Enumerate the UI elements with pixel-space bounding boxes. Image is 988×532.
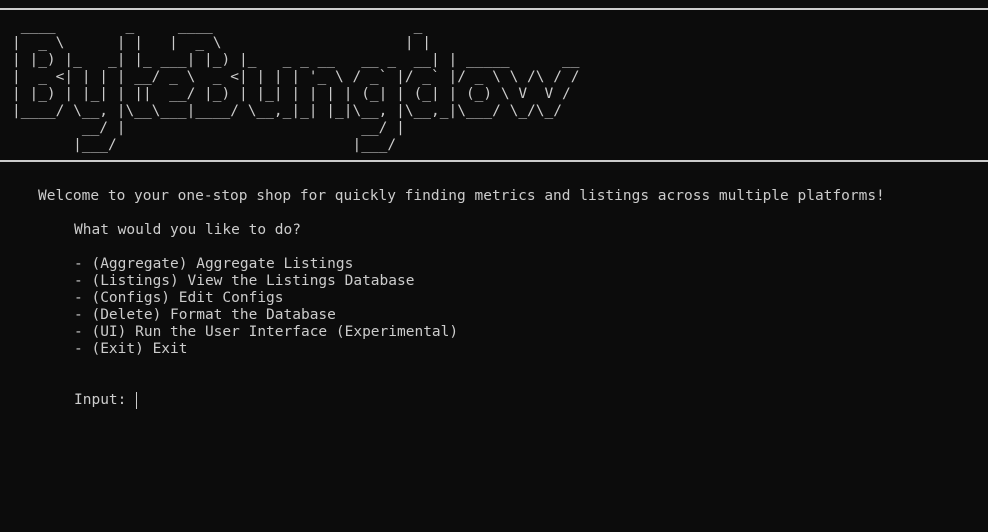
input-line[interactable]: Input:: [74, 392, 138, 409]
text-cursor: [136, 392, 138, 409]
menu-item-delete: - (Delete) Format the Database: [74, 307, 336, 323]
menu-item-exit: - (Exit) Exit: [74, 341, 188, 357]
welcome-message: Welcome to your one-stop shop for quickl…: [38, 188, 885, 204]
menu-item-configs: - (Configs) Edit Configs: [74, 290, 284, 306]
ascii-logo: ____ _ ____ _ | _ \ | | | _ \ | | | |_) …: [12, 18, 580, 153]
input-label: Input:: [74, 392, 127, 408]
menu-item-aggregate: - (Aggregate) Aggregate Listings: [74, 256, 354, 272]
menu-item-listings: - (Listings) View the Listings Database: [74, 273, 415, 289]
menu-question: What would you like to do?: [74, 222, 301, 238]
bottom-divider: [0, 160, 988, 162]
menu-item-ui: - (UI) Run the User Interface (Experimen…: [74, 324, 459, 340]
options-menu: - (Aggregate) Aggregate Listings - (List…: [74, 256, 458, 358]
top-divider: [0, 8, 988, 10]
